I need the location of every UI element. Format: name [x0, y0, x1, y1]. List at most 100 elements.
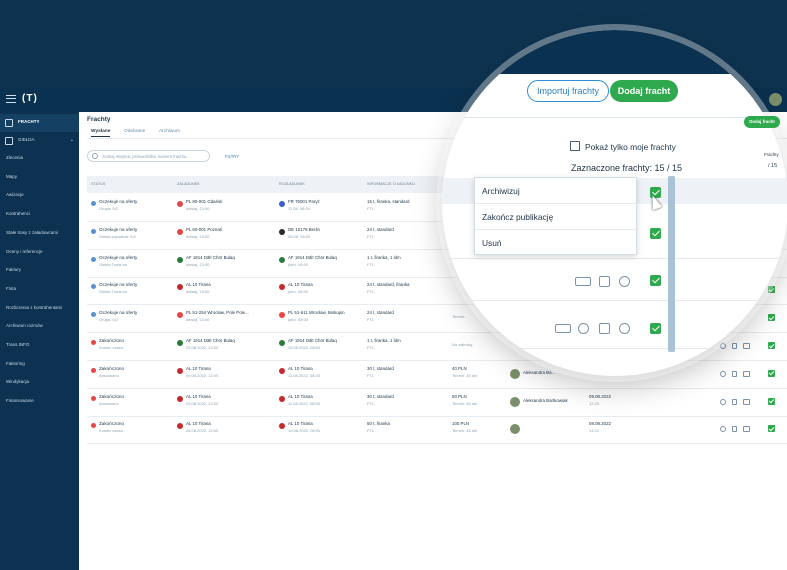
- table-row[interactable]: Zakończono Koniec czasu AL 10 Tirana 08.08.…: [87, 416, 787, 445]
- show-mine-checkbox[interactable]: [570, 141, 580, 151]
- row-checkbox[interactable]: [768, 397, 775, 405]
- flag-icon: [279, 228, 285, 235]
- search-input[interactable]: Szukaj miejsca, przewoźnika, numeru frac…: [87, 150, 210, 162]
- row-checkbox[interactable]: [768, 425, 775, 433]
- exchange-icon: [5, 137, 13, 145]
- sidebar-item-frachty[interactable]: FRACHTY: [0, 114, 79, 132]
- tab-archiwum[interactable]: Archiwum: [159, 129, 180, 134]
- header-unloading[interactable]: Rozładunek: [279, 182, 305, 186]
- flag-icon: [279, 201, 285, 207]
- sidebar-item[interactable]: Archiwum rozmów: [0, 318, 79, 336]
- row-checkbox[interactable]: [650, 323, 661, 334]
- gift-icon[interactable]: [743, 370, 750, 377]
- row-checkbox[interactable]: [768, 369, 775, 377]
- sidebar-item-label: Oceny i referencje: [6, 248, 43, 254]
- menu-item-archive[interactable]: Archiwizuj: [475, 178, 638, 204]
- header-cargo-info[interactable]: Informacje o ładunku: [367, 182, 415, 186]
- sidebar-item[interactable]: Trans.INFO: [0, 337, 79, 355]
- unloading-place: AL 10 Tirana: [288, 421, 313, 427]
- truck-icon[interactable]: [555, 324, 571, 333]
- tab-wyslane[interactable]: Wysłane: [91, 129, 111, 137]
- status-dot: [91, 340, 96, 345]
- sidebar-item[interactable]: Mapy: [0, 169, 79, 187]
- tab-odebrane[interactable]: Odebrane: [124, 129, 145, 134]
- unloading-time: 11.08, 08:00: [288, 206, 310, 211]
- sidebar-item-label: Windykacja: [6, 379, 30, 385]
- sidebar-item[interactable]: Kontrahenci: [0, 206, 79, 224]
- price: 50 PLN: [452, 393, 467, 399]
- unloading-place: AF 1914 Dālī Chōr Bulaq: [288, 338, 337, 343]
- status-text: Zakończono: [99, 393, 125, 399]
- hamburger-menu-icon[interactable]: [6, 95, 16, 103]
- sidebar-item[interactable]: Finansowanie: [0, 393, 79, 411]
- status-dot: [91, 395, 96, 401]
- cargo-type: FTL: [367, 428, 375, 434]
- row-checkbox[interactable]: [768, 286, 775, 294]
- filters-link[interactable]: FILTRY: [225, 154, 239, 159]
- unloading-place: DE 10178 Berlin: [288, 226, 320, 232]
- unloading-time: jutro, 08:00: [288, 289, 309, 295]
- import-freights-button[interactable]: Importuj frachty: [527, 80, 609, 102]
- gift-icon[interactable]: [743, 426, 750, 433]
- row-checkbox[interactable]: [768, 314, 775, 322]
- magnifier-lens: Importuj frachty Dodaj fracht Pokaż tylk…: [442, 30, 787, 376]
- status-sub: Koniec czasu: [99, 345, 123, 350]
- unloading-time: jutro, 08:00: [288, 317, 309, 323]
- gift-icon[interactable]: [743, 398, 750, 405]
- price: 100 PLN: [452, 421, 470, 427]
- loading-time: dzisiaj, 13:00: [186, 233, 210, 239]
- flag-icon: [177, 423, 183, 430]
- copy-icon[interactable]: [732, 426, 737, 433]
- at-icon[interactable]: [720, 398, 726, 405]
- sidebar-item[interactable]: Oceny i referencje: [0, 244, 79, 262]
- row-checkbox[interactable]: [650, 275, 661, 286]
- sidebar-item-gielda[interactable]: GIEŁDA ⌄: [0, 132, 79, 150]
- carrier-name: Aleksandra Ba...: [523, 369, 556, 375]
- header-loading[interactable]: Załadunek: [177, 182, 200, 186]
- payment-info: Na zaliczkę: [452, 342, 473, 347]
- flag-icon: [279, 423, 285, 430]
- sidebar-item-label: Mapy: [6, 173, 18, 179]
- add-freight-button[interactable]: Dodaj fracht: [610, 80, 678, 102]
- row-checkbox[interactable]: [650, 228, 661, 239]
- sidebar-item[interactable]: Faktoring: [0, 356, 79, 374]
- flag-icon: [279, 256, 285, 263]
- unloading-place: AL 10 Tirana: [288, 393, 313, 399]
- loading-place: AF 1914 Dālī Chōr Bulaq: [186, 254, 235, 260]
- cancel-icon[interactable]: [619, 276, 630, 287]
- flag-icon: [177, 201, 183, 207]
- sidebar-item[interactable]: Rozliczenia z kontrahentami: [0, 300, 79, 318]
- add-freight-button-small[interactable]: Dodaj fracht: [744, 116, 780, 128]
- lens-topbar: [442, 30, 787, 74]
- sidebar-item-label: Rozliczenia z kontrahentami: [6, 304, 63, 310]
- at-icon[interactable]: [720, 426, 726, 433]
- sidebar-item-label: Flota: [6, 285, 17, 291]
- sidebar-item[interactable]: Flota: [0, 281, 79, 299]
- sidebar-item-label: Zlecenia: [6, 155, 24, 160]
- copy-icon[interactable]: [599, 276, 610, 287]
- truck-icon[interactable]: [575, 277, 591, 286]
- copy-icon[interactable]: [599, 323, 610, 334]
- status-sub: Anulowano: [99, 400, 119, 406]
- header-status[interactable]: Status: [91, 182, 105, 186]
- sidebar-item[interactable]: Awizacje: [0, 187, 79, 205]
- table-row[interactable]: Zakończono Anulowano AL 10 Tirana 09.08.202…: [87, 389, 787, 417]
- sidebar-item[interactable]: Zlecenia: [0, 150, 79, 168]
- at-icon[interactable]: [720, 370, 726, 377]
- cancel-icon[interactable]: [619, 323, 630, 334]
- sidebar-item[interactable]: Windykacja: [0, 374, 79, 392]
- lens-row-divider: [442, 348, 787, 349]
- carrier-avatar: [510, 424, 520, 435]
- clock-icon[interactable]: [578, 323, 589, 334]
- table-row[interactable]: Zakończono Anulowano AL 10 Tirana 09.08.202…: [87, 361, 787, 389]
- scrollbar[interactable]: [668, 176, 675, 352]
- payment-term: Termin: 45 dni: [452, 372, 478, 378]
- cargo-type: FTL: [367, 261, 375, 267]
- sidebar-item[interactable]: Faktury: [0, 262, 79, 280]
- app-logo[interactable]: (T): [22, 93, 38, 104]
- menu-item-delete[interactable]: Usuń: [475, 230, 638, 256]
- copy-icon[interactable]: [732, 398, 737, 405]
- copy-icon[interactable]: [732, 370, 737, 377]
- menu-item-end-publication[interactable]: Zakończ publikację: [475, 204, 638, 230]
- sidebar-item[interactable]: Stałe trasy z załadowcami: [0, 225, 79, 243]
